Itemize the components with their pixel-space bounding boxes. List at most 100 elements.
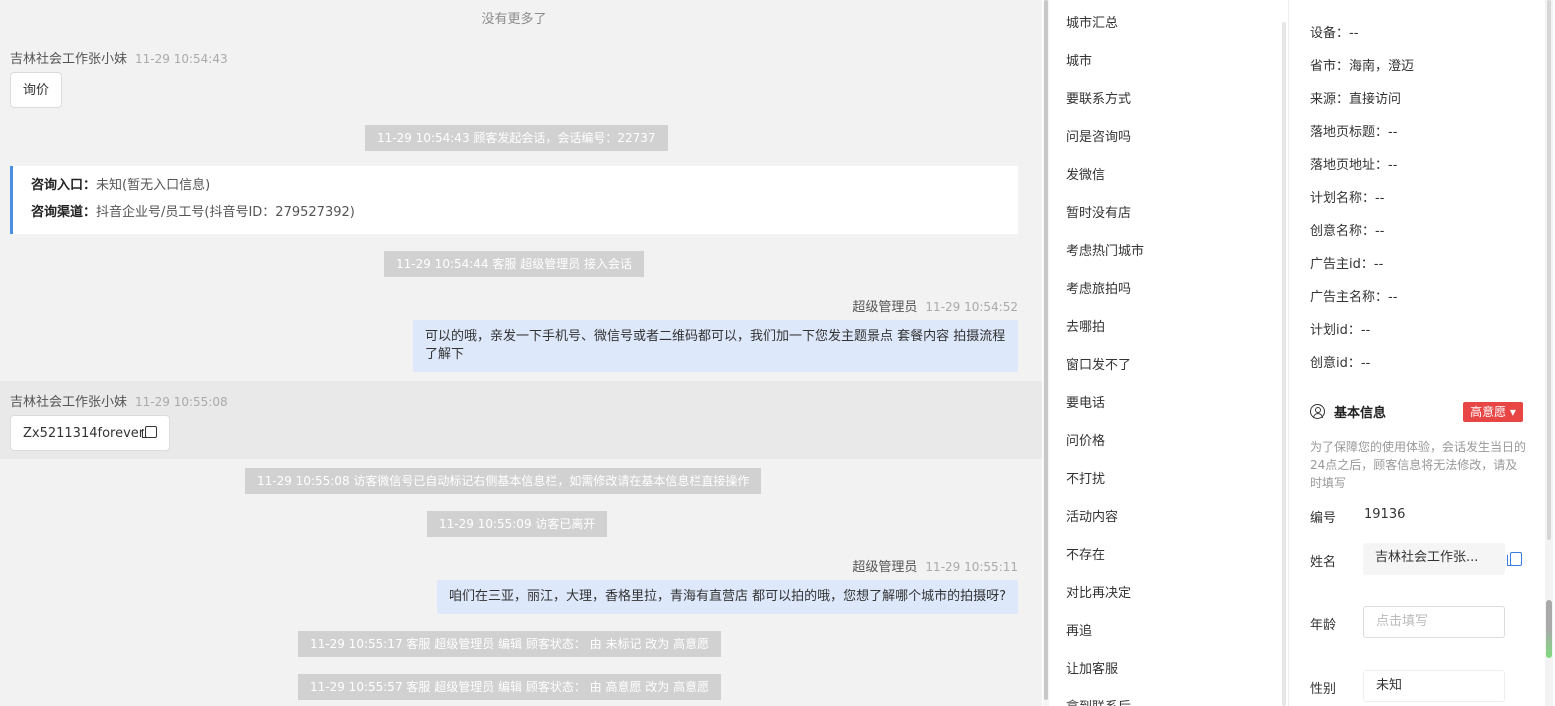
chat-scrollbar-thumb[interactable] bbox=[1044, 0, 1048, 700]
info-field: 计划id：-- bbox=[1310, 319, 1370, 338]
quick-reply-item[interactable]: 发微信 bbox=[1066, 164, 1105, 183]
quick-reply-item[interactable]: 去哪拍 bbox=[1066, 316, 1105, 335]
age-field[interactable]: 点击填写 bbox=[1363, 606, 1505, 638]
info-field-label: 来源： bbox=[1310, 92, 1350, 107]
message-time: 11-29 10:54:43 bbox=[135, 52, 228, 66]
system-message: 11-29 10:55:08 访客微信号已自动标记右侧基本信息栏，如需修改请在基… bbox=[245, 468, 762, 494]
channel-label: 咨询渠道： bbox=[31, 205, 97, 220]
name-field[interactable]: 吉林社会工作张... bbox=[1363, 543, 1505, 575]
agent-name: 超级管理员 bbox=[852, 560, 918, 575]
info-field: 创意名称：-- bbox=[1310, 220, 1384, 239]
customer-sender: 吉林社会工作张小妹 11-29 10:55:08 bbox=[10, 391, 228, 410]
chat-panel: 没有更多了 吉林社会工作张小妹 11-29 10:54:43 询价 11-29 1… bbox=[0, 0, 1042, 706]
info-field-value: 海南，澄迈 bbox=[1349, 59, 1415, 74]
gender-label: 性别 bbox=[1310, 682, 1337, 697]
quick-reply-item[interactable]: 不存在 bbox=[1066, 544, 1105, 563]
info-field-label: 省市： bbox=[1310, 59, 1350, 74]
id-value: 19136 bbox=[1364, 507, 1406, 522]
info-field-label: 广告主名称： bbox=[1310, 290, 1389, 305]
no-more-label: 没有更多了 bbox=[481, 12, 547, 27]
info-field: 创意id：-- bbox=[1310, 352, 1370, 371]
info-field-value: -- bbox=[1388, 125, 1398, 140]
wechat-id-text: Zx5211314forever bbox=[23, 426, 145, 441]
name-label: 姓名 bbox=[1310, 555, 1337, 570]
entry-value: 未知(暂无入口信息) bbox=[96, 178, 211, 193]
age-label: 年龄 bbox=[1310, 618, 1337, 633]
message-time: 11-29 10:54:52 bbox=[925, 300, 1018, 314]
quick-reply-item[interactable]: 对比再决定 bbox=[1066, 582, 1131, 601]
chat-scrollbar[interactable] bbox=[1043, 0, 1049, 706]
info-field-value: -- bbox=[1388, 290, 1398, 305]
info-field-label: 落地页标题： bbox=[1310, 125, 1389, 140]
customer-info-panel: 基本信息 高意愿 ▾ 为了保障您的使用体验，会话发生当日的24点之后，顾客信息将… bbox=[1290, 0, 1542, 706]
info-field-value: -- bbox=[1373, 257, 1384, 272]
channel-value: 抖音企业号/员工号(抖音号ID：279527392) bbox=[96, 205, 355, 220]
message-time: 11-29 10:55:11 bbox=[925, 560, 1018, 574]
info-field: 广告主id：-- bbox=[1310, 253, 1383, 272]
entry-info-card: 咨询入口：未知(暂无入口信息) 咨询渠道：抖音企业号/员工号(抖音号ID：279… bbox=[10, 166, 1018, 234]
info-field: 来源：直接访问 bbox=[1310, 88, 1401, 107]
customer-sender: 吉林社会工作张小妹 11-29 10:54:43 bbox=[10, 48, 228, 67]
quick-reply-item[interactable]: 要联系方式 bbox=[1066, 88, 1131, 107]
quick-reply-item[interactable]: 拿到联系后 bbox=[1066, 696, 1131, 706]
quick-reply-item[interactable]: 窗口发不了 bbox=[1066, 354, 1131, 373]
info-field: 落地页地址：-- bbox=[1310, 154, 1397, 173]
quick-reply-item[interactable]: 让加客服 bbox=[1066, 658, 1118, 677]
quick-reply-item[interactable]: 城市 bbox=[1066, 50, 1092, 69]
quick-reply-scrollbar[interactable] bbox=[1282, 22, 1286, 706]
info-field-value: -- bbox=[1375, 191, 1385, 206]
agent-message: 咱们在三亚，丽江，大理，香格里拉，青海有直营店 都可以拍的哦，您想了解哪个城市的… bbox=[436, 580, 1018, 614]
info-field-label: 设备： bbox=[1310, 26, 1350, 41]
customer-message: Zx5211314forever bbox=[10, 415, 171, 451]
info-field-label: 创意名称： bbox=[1310, 224, 1376, 239]
quick-reply-item[interactable]: 城市汇总 bbox=[1066, 12, 1118, 31]
info-scrollbar[interactable] bbox=[1545, 0, 1553, 706]
gender-field[interactable]: 未知 bbox=[1363, 670, 1505, 702]
info-field-value: 直接访问 bbox=[1349, 92, 1402, 107]
info-field-label: 创意id： bbox=[1310, 356, 1361, 371]
copy-icon[interactable] bbox=[142, 426, 158, 438]
quick-reply-item[interactable]: 不打扰 bbox=[1066, 468, 1105, 487]
info-field: 落地页标题：-- bbox=[1310, 121, 1397, 140]
info-field-value: -- bbox=[1375, 224, 1385, 239]
sender-name: 吉林社会工作张小妹 bbox=[10, 52, 128, 67]
system-message: 11-29 10:55:09 访客已离开 bbox=[427, 511, 608, 537]
info-field-value: -- bbox=[1360, 323, 1371, 338]
info-field: 计划名称：-- bbox=[1310, 187, 1384, 206]
info-scrollbar-thumb[interactable] bbox=[1547, 0, 1551, 540]
entry-label: 咨询入口： bbox=[31, 178, 97, 193]
info-field-label: 计划名称： bbox=[1310, 191, 1376, 206]
info-field-value: -- bbox=[1360, 356, 1371, 371]
info-scroll-indicator[interactable] bbox=[1546, 600, 1552, 658]
panel-divider bbox=[1288, 0, 1289, 706]
info-field: 广告主名称：-- bbox=[1310, 286, 1397, 305]
info-field-label: 落地页地址： bbox=[1310, 158, 1389, 173]
quick-reply-item[interactable]: 考虑热门城市 bbox=[1066, 240, 1144, 259]
quick-reply-item[interactable]: 再追 bbox=[1066, 620, 1092, 639]
app-root: 没有更多了 吉林社会工作张小妹 11-29 10:54:43 询价 11-29 1… bbox=[0, 0, 1555, 706]
info-field-label: 计划id： bbox=[1310, 323, 1361, 338]
intent-status-dropdown[interactable]: 高意愿 ▾ bbox=[1463, 402, 1523, 422]
system-message: 11-29 10:54:43 顾客发起会话，会话编号：22737 bbox=[365, 125, 668, 151]
info-field: 省市：海南，澄迈 bbox=[1310, 55, 1414, 74]
message-time: 11-29 10:55:08 bbox=[135, 395, 228, 409]
quick-reply-list: 城市汇总城市要联系方式问是咨询吗发微信暂时没有店考虑热门城市 考虑旅拍吗去哪拍窗口… bbox=[1050, 0, 1282, 706]
section-title-text: 基本信息 bbox=[1334, 406, 1387, 421]
info-field-value: -- bbox=[1349, 26, 1359, 41]
quick-reply-item[interactable]: 考虑旅拍吗 bbox=[1066, 278, 1131, 297]
quick-reply-item[interactable]: 要电话 bbox=[1066, 392, 1105, 411]
user-circle-icon bbox=[1310, 404, 1325, 419]
copy-name-icon[interactable] bbox=[1507, 552, 1522, 566]
agent-sender: 超级管理员 11-29 10:54:52 bbox=[852, 296, 1018, 315]
quick-reply-item[interactable]: 问价格 bbox=[1066, 430, 1105, 449]
id-label: 编号 bbox=[1310, 511, 1337, 526]
quick-reply-item[interactable]: 暂时没有店 bbox=[1066, 202, 1131, 221]
edit-deadline-note: 为了保障您的使用体验，会话发生当日的24点之后，顾客信息将无法修改，请及时填写 bbox=[1310, 440, 1527, 490]
quick-reply-item[interactable]: 活动内容 bbox=[1066, 506, 1118, 525]
basic-info-title: 基本信息 bbox=[1310, 402, 1386, 421]
agent-message: 可以的哦，亲发一下手机号、微信号或者二维码都可以，我们加一下您发主题景点 套餐内… bbox=[413, 320, 1018, 372]
quick-reply-item[interactable]: 问是咨询吗 bbox=[1066, 126, 1131, 145]
system-message: 11-29 10:54:44 客服 超级管理员 接入会话 bbox=[384, 251, 645, 277]
sender-name: 吉林社会工作张小妹 bbox=[10, 395, 128, 410]
customer-message: 询价 bbox=[10, 72, 63, 108]
